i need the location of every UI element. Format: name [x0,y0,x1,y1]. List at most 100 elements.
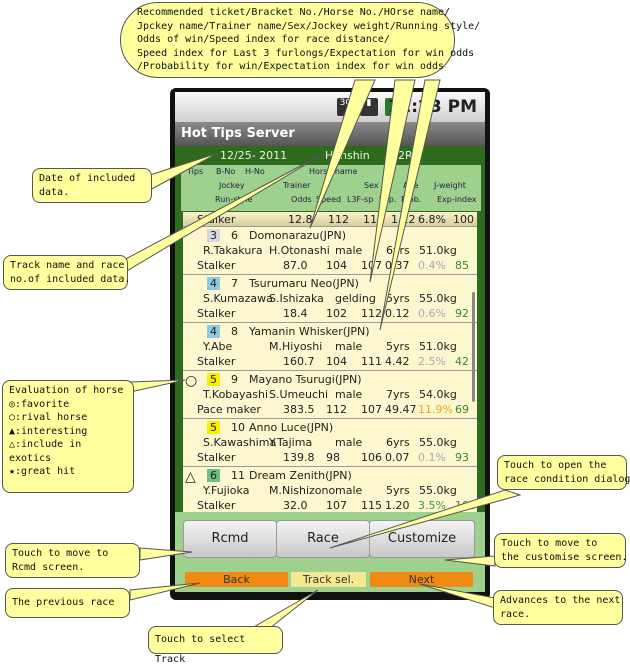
eval-rival: ○:rival horse [9,412,88,423]
horse-weight: 54.0kg [419,388,457,401]
horse-prob: 11.9% [418,403,453,416]
horse-trainer: Y.Tajima [269,436,313,449]
horse-bno: 5 [207,421,220,434]
horse-idx: 42 [455,355,469,368]
horse-hno: 6 [231,229,238,242]
horse-weight: 55.0kg [419,436,457,449]
partial-row[interactable]: Stalker 12.8 112 114 1.22 6.8% 100 [183,212,477,227]
callout-date: Date of included data. [32,168,152,203]
horse-age: 7yrs [386,388,410,401]
horse-idx: 93 [455,451,469,464]
horse-weight: 55.0kg [419,484,457,497]
horse-name: Tsurumaru Neo(JPN) [249,277,359,290]
horse-run: Stalker [197,355,236,368]
horse-tip: ○ [185,373,198,389]
col-trainer: Trainer [283,181,311,190]
horse-prob: 0.4% [418,259,446,272]
rcmd-button[interactable]: Rcmd [183,520,277,558]
horse-speed: 107 [326,499,347,512]
horse-speed: 112 [326,403,347,416]
scrollbar[interactable] [472,292,475,402]
col-runstyle: Run-style [215,195,253,204]
horse-odds: 32.0 [283,499,308,512]
clock: 12:23 PM [387,97,477,117]
horse-jockey: Y.Fujioka [203,484,250,497]
callout-track: Track name and race no.of included data. [3,255,130,290]
horse-prob: 0.6% [418,307,446,320]
horse-speed: 104 [326,259,347,272]
horse-bno: 6 [207,469,220,482]
horse-speed: 98 [326,451,340,464]
horse-sex: male [335,340,363,353]
eval-exotics: △:include in exotics [9,439,82,464]
l3f: 114 [363,213,384,226]
horse-prob: 0.1% [418,451,446,464]
horse-l3f: 111 [361,355,382,368]
horse-run: Stalker [197,451,236,464]
col-exp: Exp. [379,195,397,204]
horse-row[interactable]: 5 10 Anno Luce(JPN) S.Kawashima Y.Tajima male… [183,419,477,467]
horse-idx: 92 [455,307,469,320]
run-style: Stalker [197,213,236,226]
back-button[interactable]: Back [185,572,288,587]
track-select-button[interactable]: Track sel. [291,572,366,587]
horse-weight: 51.0kg [419,340,457,353]
horse-run: Stalker [197,499,236,512]
col-prob: Prob. [401,195,422,204]
horse-run: Stalker [197,259,236,272]
horse-sex: male [335,484,363,497]
customize-button[interactable]: Customize [369,520,475,558]
horse-age: 6yrs [386,244,410,257]
horse-name: Mayano Tsurugi(JPN) [249,373,362,386]
horse-row[interactable]: 4 8 Yamanin Whisker(JPN) Y.Abe M.Hiyoshi male… [183,323,477,371]
col-horse: Horse name [309,167,358,176]
horse-list[interactable]: Stalker 12.8 112 114 1.22 6.8% 100 3 6 Dom… [183,212,477,512]
horse-age: 5yrs [386,292,410,305]
exp-index: 100 [453,213,474,226]
col-age: Age [403,181,419,190]
race-number: 12R [391,149,413,162]
horse-exp: 49.47 [385,403,417,416]
col-jweight: J-weight [434,181,466,190]
col-tips: Tips [187,167,204,176]
next-button[interactable]: Next [370,572,473,587]
horse-row[interactable]: ○ 5 9 Mayano Tsurugi(JPN) T.Kobayashi S.Umeuc… [183,371,477,419]
race-date: 12/25- 2011 [220,149,288,162]
race-header: 12/25- 2011 Hanshin 12R [175,146,485,166]
col-odds: Odds [291,195,312,204]
horse-speed: 104 [326,355,347,368]
horse-age: 5yrs [386,340,410,353]
eval-great-hit: ★:great hit [9,466,76,477]
horse-weight: 51.0kg [419,244,457,257]
horse-name: Anno Luce(JPN) [249,421,334,434]
horse-odds: 87.0 [283,259,308,272]
callout-track-select: Touch to select Track [148,626,283,665]
horse-row[interactable]: 4 7 Tsurumaru Neo(JPN) S.Kumazawa S.Ishizaka… [183,275,477,323]
eval-title: Evaluation of horse [9,385,124,396]
prob: 6.8% [418,213,446,226]
horse-jockey: R.Takakura [203,244,263,257]
main-panel: 12/25- 2011 Hanshin 12R Tips B-No H-No H… [175,146,485,592]
horse-trainer: M.Hiyoshi [269,340,323,353]
horse-trainer: S.Ishizaka [269,292,324,305]
col-hno: H-No [245,167,265,176]
horse-hno: 8 [231,325,238,338]
status-bar: 3G ▮ ⚡ 12:23 PM [175,92,485,122]
callout-back: The previous race [5,588,130,618]
horse-trainer: S.Umeuchi [269,388,329,401]
horse-l3f: 107 [361,403,382,416]
exp: 1.22 [391,213,416,226]
3g-icon: 3G [337,98,355,116]
horse-row[interactable]: 3 6 Domonarazu(JPN) R.Takakura H.Otonashi mal… [183,227,477,275]
odds: 12.8 [288,213,313,226]
horse-row[interactable]: △ 6 11 Dream Zenith(JPN) Y.Fujioka M.Nishizon… [183,467,477,512]
horse-odds: 383.5 [283,403,315,416]
horse-bno: 5 [207,373,220,386]
horse-name: Yamanin Whisker(JPN) [249,325,370,338]
horse-exp: 1.20 [385,499,410,512]
horse-jockey: S.Kawashima [203,436,277,449]
horse-hno: 11 [231,469,245,482]
horse-idx: 103 [455,499,476,512]
horse-prob: 3.5% [418,499,446,512]
race-button[interactable]: Race [276,520,370,558]
